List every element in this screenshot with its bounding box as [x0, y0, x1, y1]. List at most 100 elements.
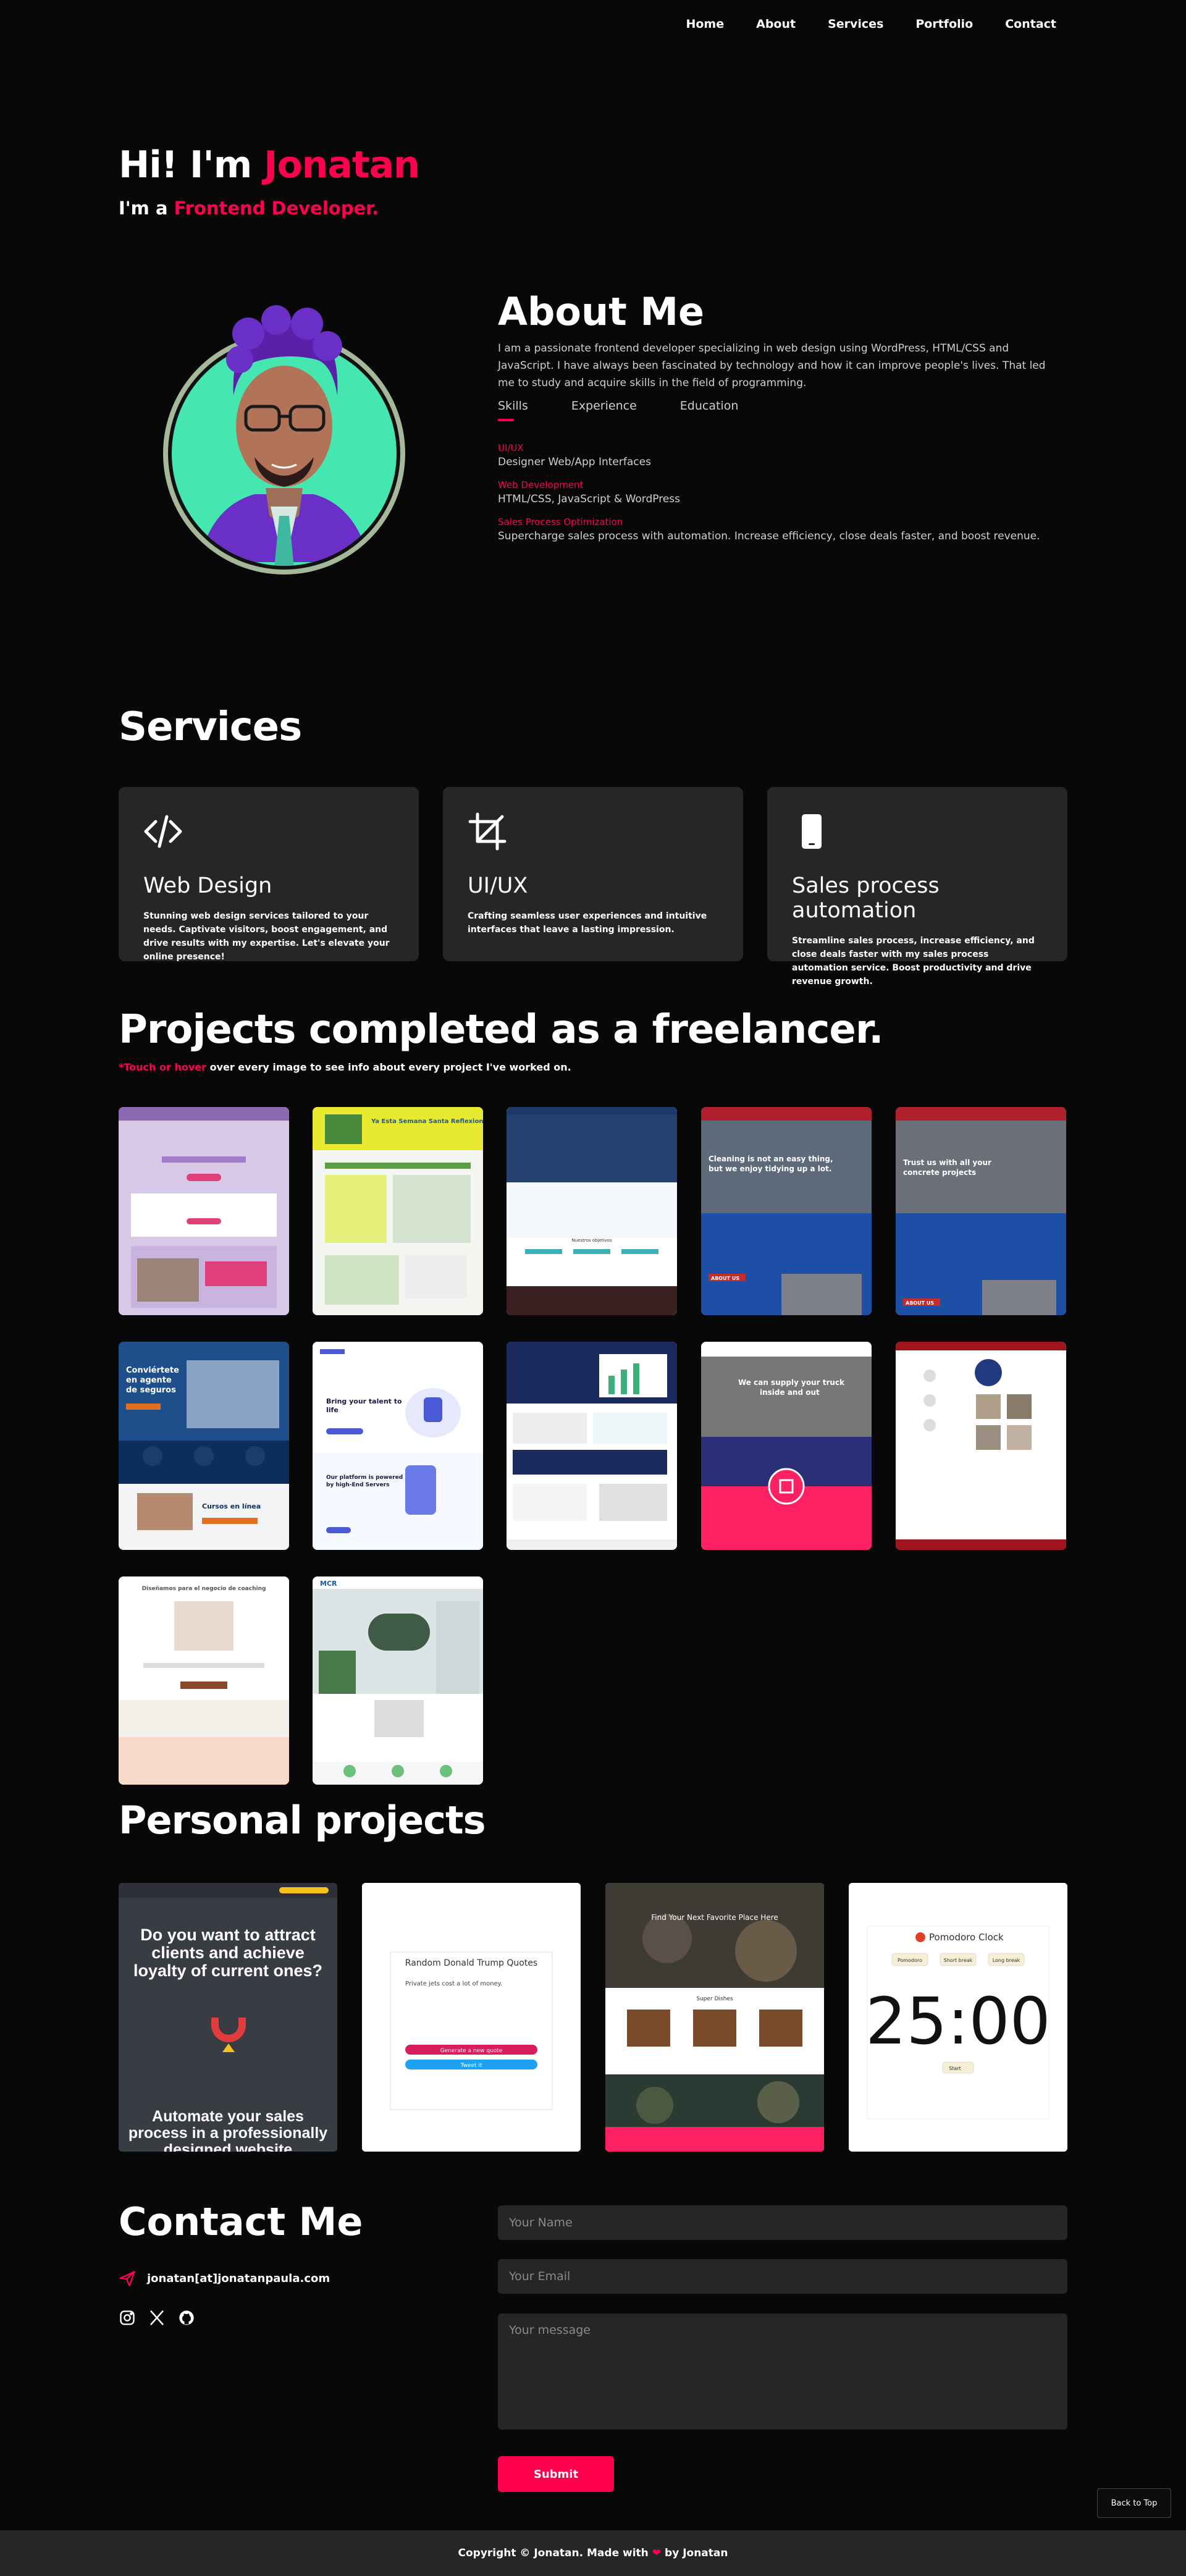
note-rest: over every image to see info about every… [206, 1061, 571, 1073]
service-card-uiux: UI/UX Crafting seamless user experiences… [443, 787, 743, 961]
profile-avatar [162, 303, 406, 578]
service-title: Web Design [143, 873, 272, 898]
x-icon[interactable] [148, 2309, 166, 2326]
email-address[interactable]: jonatan[at]jonatanpaula.com [147, 2272, 330, 2285]
skill-item: Sales Process Optimization Supercharge s… [498, 516, 1116, 542]
nav-services[interactable]: Services [828, 17, 883, 31]
service-title: Sales process automation [792, 873, 940, 923]
project-thumbnail[interactable]: Conviértete en agente de seguros Cursos en … [119, 1342, 289, 1550]
service-desc: Streamline sales process, increase effic… [792, 936, 1035, 987]
thumb-heading: Ya Esta Semana Santa Reflexiona en famil… [371, 1118, 483, 1125]
thumb-heading: MCR [320, 1580, 337, 1588]
crop-icon [468, 812, 507, 851]
personal-project-trump-quotes[interactable]: Random Donald Trump Quotes Private jets c… [362, 1883, 581, 2152]
name-input[interactable] [498, 2205, 1067, 2240]
note-action: Touch or hover [124, 1061, 206, 1073]
pomodoro-title: Pomodoro Clock [929, 1932, 1004, 1943]
about-tabs: Skills Experience Education [498, 399, 738, 421]
service-desc: Crafting seamless user experiences and i… [468, 911, 707, 935]
personal-project-sales-site[interactable]: Do you want to attract clients and achie… [119, 1883, 337, 2152]
pomodoro-start: Start [949, 2066, 961, 2071]
hero-role: Frontend Developer. [174, 198, 379, 219]
personal-project-restaurant[interactable]: Find Your Next Favorite Place Here Super … [605, 1883, 824, 2152]
thumb-body: ABOUT US [906, 1300, 934, 1306]
instagram-icon[interactable] [119, 2309, 136, 2326]
social-links [119, 2309, 195, 2326]
project-thumbnail[interactable]: MCR [313, 1576, 483, 1785]
pomodoro-tab: Long break [993, 1958, 1020, 1963]
svg-text:inside and out: inside and out [760, 1388, 820, 1397]
email-input[interactable] [498, 2259, 1067, 2294]
project-thumbnail[interactable] [896, 1342, 1066, 1550]
hero-title: Hi! I'm Jonatan [119, 143, 420, 187]
tab-experience[interactable]: Experience [571, 399, 637, 421]
skill-item: Web Development HTML/CSS, JavaScript & W… [498, 479, 1116, 505]
tab-education[interactable]: Education [680, 399, 739, 421]
svg-text:en agente: en agente [126, 1376, 172, 1385]
svg-text:We can supply your truck: We can supply your truck [738, 1378, 845, 1387]
about-text: I am a passionate frontend developer spe… [498, 342, 1046, 389]
trump-title: Random Donald Trump Quotes [405, 1958, 537, 1968]
project-thumbnail[interactable]: Trust us with all your concrete projects A… [896, 1107, 1066, 1315]
github-icon[interactable] [178, 2309, 195, 2326]
project-thumbnail[interactable] [119, 1107, 289, 1315]
svg-text:life: life [326, 1406, 339, 1414]
hero-role-prefix: I'm a [119, 198, 174, 219]
svg-text:Our platform is powered: Our platform is powered [326, 1475, 403, 1481]
project-thumbnail[interactable]: Ya Esta Semana Santa Reflexiona en famil… [313, 1107, 483, 1315]
restaurant-section: Super Dishes [696, 1996, 733, 2002]
submit-button[interactable]: Submit [498, 2456, 614, 2492]
pomodoro-time: 25:00 [865, 1984, 1051, 2059]
project-thumbnail[interactable]: Cleaning is not an easy thing, but we enj… [701, 1107, 872, 1315]
skill-title: Sales Process Optimization [498, 516, 623, 528]
svg-text:but we enjoy tidying up a lot.: but we enjoy tidying up a lot. [709, 1164, 831, 1173]
contact-email: jonatan[at]jonatanpaula.com [119, 2270, 330, 2287]
svg-text:Conviértete: Conviértete [126, 1366, 179, 1375]
contact-title: Contact Me [119, 2199, 363, 2244]
personal-footer: Automate your sales process in a profess… [128, 2108, 328, 2152]
service-desc: Stunning web design services tailored to… [143, 911, 390, 962]
footer: Copyright © Jonatan. Made with ❤ by Jona… [0, 2530, 1186, 2576]
thumb-heading: Diseñamos para el negocio de coaching [142, 1586, 266, 1592]
thumb-body: ABOUT US [711, 1276, 739, 1281]
service-card-web-design: Web Design Stunning web design services … [119, 787, 419, 962]
svg-text:concrete projects: concrete projects [903, 1168, 976, 1177]
heart-icon: ❤ [652, 2547, 662, 2559]
hero-name: Jonatan [264, 143, 420, 187]
thumb-body: Nuestros objetivos [572, 1238, 612, 1243]
pomodoro-tab: Pomodoro [898, 1958, 922, 1963]
nav-contact[interactable]: Contact [1005, 17, 1056, 31]
footer-prefix: Copyright © Jonatan. Made with [458, 2547, 649, 2559]
svg-text:Bring your talent to: Bring your talent to [326, 1397, 402, 1405]
hero-greeting: Hi! I'm [119, 143, 264, 187]
project-thumbnail[interactable]: Diseñamos para el negocio de coaching [119, 1576, 289, 1785]
personal-heading: Do you want to attract clients and achie… [133, 1926, 323, 1980]
service-card-sales-automation: Sales process automation Streamline sale… [767, 787, 1067, 987]
services-title: Services [119, 704, 302, 750]
nav-home[interactable]: Home [686, 17, 724, 31]
svg-text:de seguros: de seguros [126, 1386, 176, 1395]
personal-project-pomodoro[interactable]: Pomodoro Clock Pomodoro Short break Long br… [849, 1883, 1067, 2152]
main-nav: Home About Services Portfolio Contact [686, 17, 1056, 31]
nav-about[interactable]: About [756, 17, 796, 31]
skill-desc: Supercharge sales process with automatio… [498, 530, 1040, 542]
project-thumbnail[interactable]: Bring your talent to life Our platform is … [313, 1342, 483, 1550]
skill-desc: HTML/CSS, JavaScript & WordPress [498, 493, 681, 505]
personal-projects-title: Personal projects [119, 1798, 486, 1843]
project-thumbnail[interactable]: We can supply your truck inside and out [701, 1342, 872, 1550]
skill-item: UI/UX Designer Web/App Interfaces [498, 442, 1116, 468]
project-thumbnail[interactable] [507, 1342, 677, 1550]
projects-title: Projects completed as a freelancer. [119, 1007, 884, 1053]
code-icon [143, 812, 183, 851]
back-to-top-button[interactable]: Back to Top [1097, 2488, 1171, 2518]
hero-subtitle: I'm a Frontend Developer. [119, 198, 379, 219]
skill-title: Web Development [498, 479, 584, 490]
message-textarea[interactable] [498, 2313, 1067, 2430]
trump-tweet-button: Tweet it [460, 2063, 482, 2069]
project-thumbnail[interactable]: Nuestros objetivos [507, 1107, 677, 1315]
tab-skills[interactable]: Skills [498, 399, 528, 421]
projects-note: *Touch or hover over every image to see … [119, 1061, 571, 1073]
skill-title: UI/UX [498, 442, 524, 453]
nav-portfolio[interactable]: Portfolio [915, 17, 973, 31]
trump-generate-button: Generate a new quote [440, 2048, 503, 2054]
